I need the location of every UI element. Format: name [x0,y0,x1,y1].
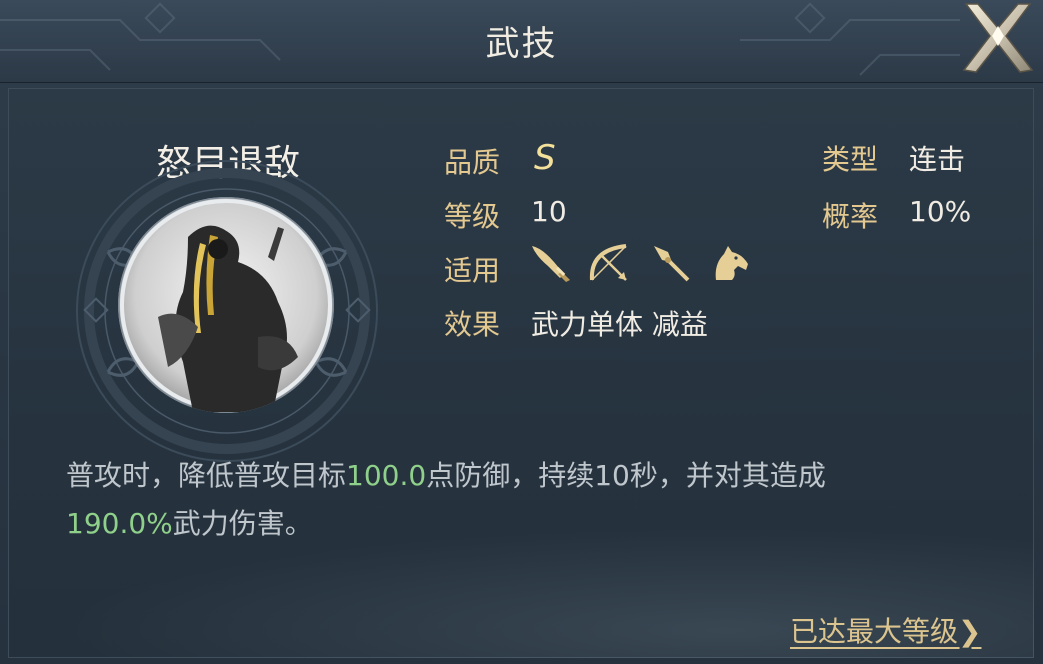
skill-description: 普攻时，降低普攻目标100.0点防御，持续10秒，并对其造成 190.0%武力伤害… [66,452,966,548]
skill-detail-window: 武技 怒目退敌 品质 S 等级 10 适用 效果 武力单体 减益 类型 连击 概… [0,0,1043,664]
type-label: 类型 [822,143,879,176]
warrior-portrait-image [118,197,334,413]
description-number-2: 190.0% [66,507,173,540]
chevron-right-icon: ❯ [958,615,982,648]
quality-label: 品质 [444,146,501,179]
description-text-3: 武力伤害。 [172,507,313,540]
window-title: 武技 [485,24,558,64]
description-text-1: 普攻时，降低普攻目标 [66,459,347,492]
spear-icon [654,246,690,282]
chance-value: 10% [909,195,972,228]
sword-icon [532,246,570,282]
close-button[interactable] [958,0,1038,76]
close-x-icon [962,3,1034,73]
level-label: 等级 [444,200,501,233]
chance-label: 概率 [822,200,879,233]
horse-icon [715,246,748,280]
type-value: 连击 [909,143,966,176]
max-level-label: 已达最大等级 [790,615,959,648]
effect-value: 武力单体 减益 [531,308,708,341]
bow-icon [589,244,627,281]
quality-value: S [534,138,556,178]
skill-portrait [118,197,334,413]
effect-label: 效果 [444,308,501,341]
max-level-link[interactable]: 已达最大等级❯ [790,610,981,650]
description-text-2: 点防御，持续10秒，并对其造成 [426,459,826,492]
level-value: 10 [531,195,567,228]
applicable-label: 适用 [444,254,501,287]
description-number-1: 100.0 [346,459,427,492]
